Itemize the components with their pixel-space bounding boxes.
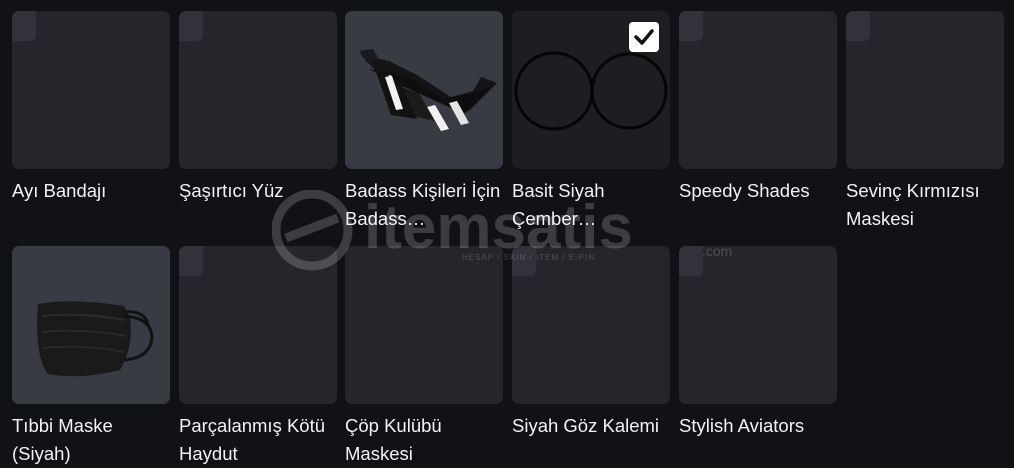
item-name: Tıbbi Maske (Siyah) <box>12 415 113 464</box>
item-name: Basit Siyah Çember… <box>512 180 605 229</box>
select-checkbox[interactable] <box>846 11 870 41</box>
select-checkbox[interactable] <box>179 11 203 41</box>
check-icon <box>634 29 654 45</box>
badass-sunglasses-image <box>359 49 497 131</box>
item-thumbnail[interactable] <box>12 11 170 169</box>
item-thumbnail[interactable] <box>345 11 503 169</box>
select-checkbox[interactable] <box>679 246 703 276</box>
item-name: Badass Kişileri İçin Badass… <box>345 180 501 229</box>
item-thumbnail[interactable] <box>512 11 670 169</box>
select-checkbox[interactable] <box>512 246 536 276</box>
item-thumbnail[interactable] <box>846 11 1004 169</box>
item-name: Speedy Shades <box>679 180 810 201</box>
item-name: Ayı Bandajı <box>12 180 107 201</box>
item-thumbnail[interactable] <box>179 11 337 169</box>
accessory-grid: Ayı Bandajı Şaşırtıcı Yüz Badass Kişiler… <box>0 0 1014 464</box>
item-thumbnail[interactable] <box>345 246 503 404</box>
item-thumbnail[interactable] <box>679 11 837 169</box>
selected-checkbox[interactable] <box>629 22 659 52</box>
select-checkbox[interactable] <box>179 246 203 276</box>
item-name: Parçalanmış Kötü Haydut <box>179 415 326 464</box>
item-thumbnail[interactable] <box>512 246 670 404</box>
item-thumbnail[interactable] <box>679 246 837 404</box>
item-name: Siyah Göz Kalemi <box>512 415 660 436</box>
item-name: Stylish Aviators <box>679 415 805 436</box>
select-checkbox[interactable] <box>679 11 703 41</box>
black-medical-mask-image <box>37 301 154 377</box>
item-name: Sevinç Kırmızısı Maskesi <box>846 180 980 229</box>
select-checkbox[interactable] <box>12 11 36 41</box>
item-name: Şaşırtıcı Yüz <box>179 180 284 201</box>
item-name: Çöp Kulübü Maskesi <box>345 415 442 464</box>
item-thumbnail[interactable] <box>12 246 170 404</box>
item-thumbnail[interactable] <box>179 246 337 404</box>
